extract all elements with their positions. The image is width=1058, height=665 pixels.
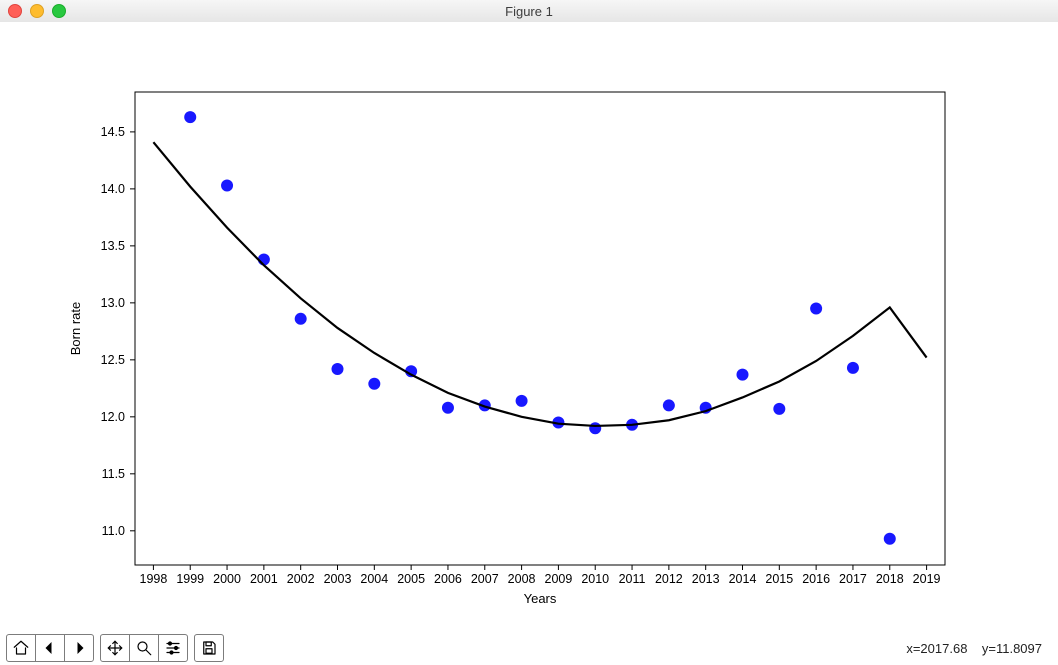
svg-text:Born rate: Born rate bbox=[68, 302, 83, 355]
save-button[interactable] bbox=[195, 635, 223, 661]
cursor-coords: x=2017.68 y=11.8097 bbox=[906, 641, 1052, 656]
svg-text:2006: 2006 bbox=[434, 572, 462, 586]
svg-text:14.0: 14.0 bbox=[101, 182, 125, 196]
svg-text:2011: 2011 bbox=[619, 572, 646, 586]
svg-text:2016: 2016 bbox=[802, 572, 830, 586]
home-icon bbox=[12, 639, 30, 657]
svg-text:2010: 2010 bbox=[581, 572, 609, 586]
svg-text:1999: 1999 bbox=[176, 572, 204, 586]
svg-text:2005: 2005 bbox=[397, 572, 425, 586]
forward-icon bbox=[70, 639, 88, 657]
svg-text:Years: Years bbox=[524, 591, 557, 606]
svg-text:14.5: 14.5 bbox=[101, 125, 125, 139]
window-controls bbox=[0, 4, 66, 18]
configure-icon bbox=[164, 639, 182, 657]
pan-button[interactable] bbox=[101, 635, 129, 661]
svg-text:2012: 2012 bbox=[655, 572, 683, 586]
back-icon bbox=[41, 639, 59, 657]
svg-text:2003: 2003 bbox=[324, 572, 352, 586]
svg-text:2008: 2008 bbox=[508, 572, 536, 586]
back-button[interactable] bbox=[35, 635, 64, 661]
minimize-icon[interactable] bbox=[30, 4, 44, 18]
save-group bbox=[194, 634, 224, 662]
svg-text:2000: 2000 bbox=[213, 572, 241, 586]
svg-text:2014: 2014 bbox=[729, 572, 757, 586]
zoom-button[interactable] bbox=[129, 635, 158, 661]
pan-icon bbox=[106, 639, 124, 657]
forward-button[interactable] bbox=[64, 635, 93, 661]
view-group bbox=[100, 634, 188, 662]
svg-text:2017: 2017 bbox=[839, 572, 867, 586]
svg-text:2007: 2007 bbox=[471, 572, 499, 586]
figure-canvas[interactable]: 1998 1999 2000 2001 2002 2003 2004 2005 2006 2007… bbox=[0, 22, 1058, 631]
svg-text:2018: 2018 bbox=[876, 572, 904, 586]
svg-text:12.5: 12.5 bbox=[101, 353, 125, 367]
home-button[interactable] bbox=[7, 635, 35, 661]
matplotlib-toolbar: x=2017.68 y=11.8097 bbox=[0, 631, 1058, 665]
close-icon[interactable] bbox=[8, 4, 22, 18]
svg-text:11.5: 11.5 bbox=[102, 467, 125, 481]
svg-text:11.0: 11.0 bbox=[102, 524, 125, 538]
svg-text:1998: 1998 bbox=[140, 572, 168, 586]
window-titlebar: Figure 1 bbox=[0, 0, 1058, 23]
svg-text:12.0: 12.0 bbox=[101, 410, 125, 424]
svg-text:2001: 2001 bbox=[250, 572, 278, 586]
svg-text:2013: 2013 bbox=[692, 572, 720, 586]
zoom-icon[interactable] bbox=[52, 4, 66, 18]
svg-text:2015: 2015 bbox=[765, 572, 793, 586]
svg-text:2004: 2004 bbox=[360, 572, 388, 586]
save-icon bbox=[200, 639, 218, 657]
svg-text:13.0: 13.0 bbox=[101, 296, 125, 310]
svg-text:2019: 2019 bbox=[913, 572, 941, 586]
svg-text:13.5: 13.5 bbox=[101, 239, 125, 253]
window-title: Figure 1 bbox=[0, 4, 1058, 19]
svg-text:2009: 2009 bbox=[545, 572, 573, 586]
nav-group bbox=[6, 634, 94, 662]
configure-button[interactable] bbox=[158, 635, 187, 661]
svg-text:2002: 2002 bbox=[287, 572, 315, 586]
zoom-icon bbox=[135, 639, 153, 657]
chart: 1998 1999 2000 2001 2002 2003 2004 2005 2006 2007… bbox=[0, 22, 1058, 631]
